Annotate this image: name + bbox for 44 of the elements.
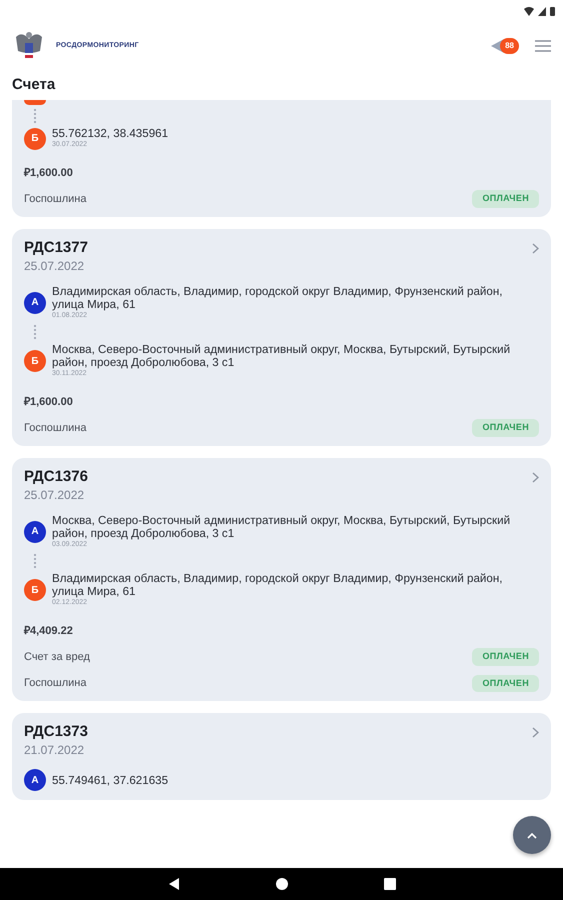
battery-icon [550,6,555,16]
charge-label: Госпошлина [24,420,86,436]
stop-address: Москва, Северо-Восточный административный округ, Москва, Бутырский, Бутырский район, проезд Добролюбова, 3 с1 [52,343,512,369]
invoice-card[interactable]: РДС1373 21.07.2022 А 55.749461, 37.621635 [12,713,551,800]
status-pill: ОПЛАЧЕН [472,648,539,666]
wifi-icon [524,6,534,16]
notification-count: 88 [500,38,519,54]
invoice-date: 21.07.2022 [24,742,86,759]
stop-marker [24,100,46,105]
stop-marker: А [24,769,46,791]
status-pill: ОПЛАЧЕН [472,674,539,692]
stop-marker: Б [24,579,46,602]
recents-icon[interactable] [384,878,396,890]
signal-icon [538,6,546,16]
stop-address: 55.749461, 37.621635 [52,774,170,786]
scroll-top-button[interactable] [513,816,551,854]
invoice-date: 25.07.2022 [24,486,86,504]
chevron-up-icon [527,832,537,838]
stop-marker: А [24,292,46,314]
invoice-amount: ₽1,600.00 [24,166,74,180]
invoice-number: РДС1377 [24,238,88,256]
invoice-amount: ₽1,600.00 [24,394,74,410]
stop-marker: А [24,520,46,543]
stop-address: 55.762132, 38.435961 [52,127,170,140]
status-pill: ОПЛАЧЕН [472,190,539,208]
invoice-date: 25.07.2022 [24,258,86,274]
page-title: Счета [11,75,56,95]
invoice-card[interactable] [12,458,551,701]
stop-address: Владимирская область, Владимир, городской округ Владимир, Фрунзенский район, улица Мира, 61 [52,572,504,598]
charge-label: Госпошлина [24,192,86,206]
menu-icon[interactable] [535,40,551,52]
charge-label: Госпошлина [24,676,86,691]
stop-address: Москва, Северо-Восточный административный округ, Москва, Бутырский, Бутырский район, проезд Добролюбова, 3 с1 [52,514,512,540]
invoice-card[interactable] [12,228,551,446]
invoice-amount: ₽4,409.22 [24,624,74,638]
invoice-number: РДС1376 [24,468,88,486]
invoice-number: РДС1373 [24,723,88,741]
stop-marker: Б [24,350,46,372]
charge-label: Счет за вред [24,650,90,664]
back-icon[interactable] [168,878,180,890]
home-icon[interactable] [276,878,288,890]
stop-address: Владимирская область, Владимир, городской округ Владимир, Фрунзенский район, улица Мира, 61 [52,284,504,310]
status-pill: ОПЛАЧЕН [472,419,539,436]
stop-marker: Б [24,128,46,150]
